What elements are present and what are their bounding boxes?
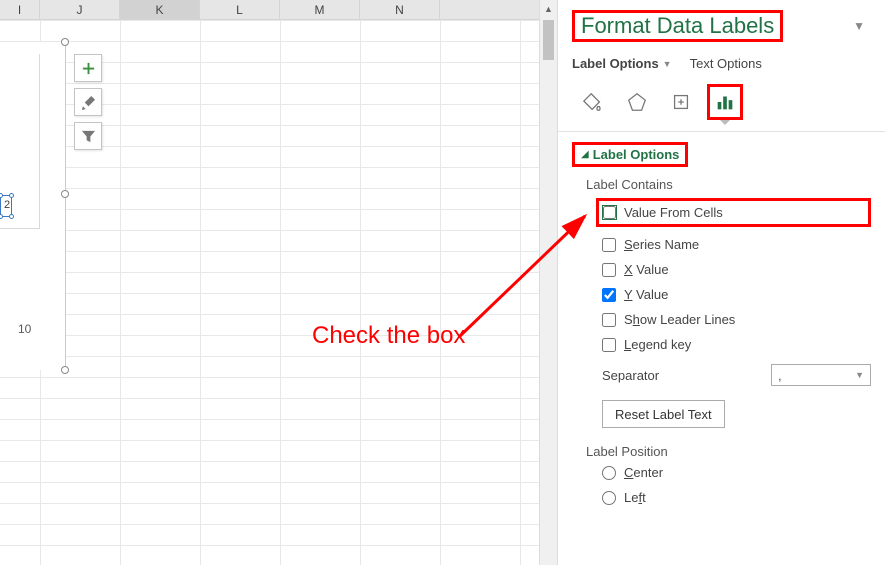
col-header-i[interactable]: I bbox=[0, 0, 40, 19]
scroll-up-arrow[interactable]: ▲ bbox=[540, 0, 557, 18]
paint-bucket-icon bbox=[582, 91, 604, 113]
funnel-icon bbox=[81, 129, 96, 144]
pentagon-icon bbox=[626, 91, 648, 113]
label-options-tab[interactable] bbox=[710, 87, 740, 117]
annotation-box: Value From Cells bbox=[596, 198, 871, 227]
tab-label-options[interactable]: Label Options▼ bbox=[572, 56, 672, 71]
pane-options-dropdown[interactable]: ▼ bbox=[853, 19, 865, 33]
tab-text-options[interactable]: Text Options bbox=[690, 56, 762, 71]
resize-handle[interactable] bbox=[61, 366, 69, 374]
checkbox-series-name[interactable] bbox=[602, 238, 616, 252]
chart-elements-button[interactable] bbox=[74, 54, 102, 82]
pane-title: Format Data Labels bbox=[575, 11, 780, 40]
format-pane: Format Data Labels ▼ Label Options▼ Text… bbox=[558, 0, 885, 565]
separator-label: Separator bbox=[602, 368, 659, 383]
chart-object[interactable]: 2 10 bbox=[0, 42, 66, 370]
fill-line-tab[interactable] bbox=[578, 87, 608, 117]
checkbox-x-value[interactable] bbox=[602, 263, 616, 277]
checkbox-legend-key[interactable] bbox=[602, 338, 616, 352]
col-header-k[interactable]: K bbox=[120, 0, 200, 19]
label-y-value: Y Value bbox=[624, 287, 668, 302]
chart-styles-button[interactable] bbox=[74, 88, 102, 116]
radio-center[interactable] bbox=[602, 466, 616, 480]
collapse-triangle-icon: ◢ bbox=[581, 149, 589, 160]
pane-icon-tabs bbox=[572, 87, 871, 117]
label-contains-heading: Label Contains bbox=[586, 177, 871, 192]
data-label-value: 2 bbox=[4, 199, 10, 211]
label-left: Left bbox=[624, 490, 646, 505]
col-header-j[interactable]: J bbox=[40, 0, 120, 19]
checkbox-y-value[interactable] bbox=[602, 288, 616, 302]
checkbox-leader-lines[interactable] bbox=[602, 313, 616, 327]
resize-handle[interactable] bbox=[61, 190, 69, 198]
effects-tab[interactable] bbox=[622, 87, 652, 117]
radio-left[interactable] bbox=[602, 491, 616, 505]
size-properties-tab[interactable] bbox=[666, 87, 696, 117]
separator-select[interactable]: ,▼ bbox=[771, 364, 871, 386]
scroll-thumb[interactable] bbox=[543, 20, 554, 60]
label-position-heading: Label Position bbox=[586, 444, 871, 459]
chart-side-buttons bbox=[74, 54, 102, 150]
col-header-m[interactable]: M bbox=[280, 0, 360, 19]
checkbox-value-from-cells[interactable] bbox=[603, 206, 616, 219]
chart-filters-button[interactable] bbox=[74, 122, 102, 150]
label-x-value: X Value bbox=[624, 262, 669, 277]
data-label-selected[interactable]: 2 bbox=[0, 195, 12, 217]
vertical-scrollbar[interactable]: ▲ bbox=[539, 0, 558, 565]
worksheet[interactable]: I J K L M N 2 10 bbox=[0, 0, 539, 565]
column-headers: I J K L M N bbox=[0, 0, 539, 20]
label-series-name: Series Name bbox=[624, 237, 699, 252]
col-header-n[interactable]: N bbox=[360, 0, 440, 19]
label-center: Center bbox=[624, 465, 663, 480]
label-leader-lines: Show Leader Lines bbox=[624, 312, 735, 327]
brush-icon bbox=[81, 95, 96, 110]
bar-chart-icon bbox=[714, 91, 736, 113]
plus-icon bbox=[81, 61, 96, 76]
label-value-from-cells: Value From Cells bbox=[624, 205, 723, 220]
annotation-box: Format Data Labels bbox=[572, 10, 783, 42]
reset-label-text-button[interactable]: Reset Label Text bbox=[602, 400, 725, 428]
resize-handle[interactable] bbox=[61, 38, 69, 46]
col-header-l[interactable]: L bbox=[200, 0, 280, 19]
size-icon bbox=[670, 91, 692, 113]
axis-tick-label: 10 bbox=[18, 322, 31, 336]
annotation-text: Check the box bbox=[312, 322, 465, 350]
label-legend-key: Legend key bbox=[624, 337, 691, 352]
section-label-options[interactable]: ◢ Label Options bbox=[572, 142, 688, 167]
